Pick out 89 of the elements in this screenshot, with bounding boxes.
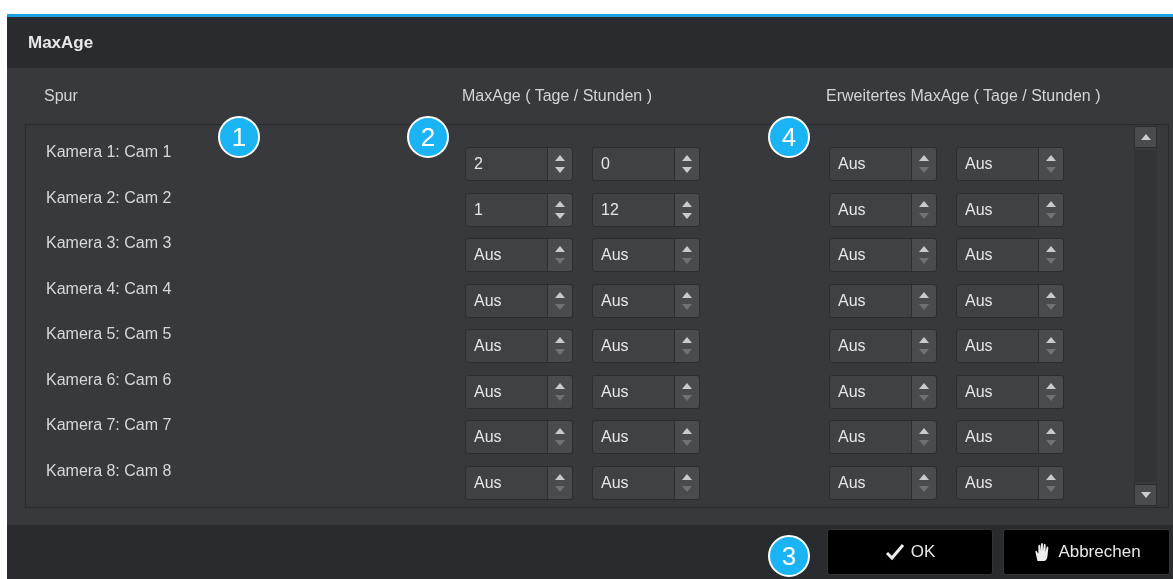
spinner-field[interactable]: Aus xyxy=(592,238,700,272)
up-arrow-icon[interactable] xyxy=(1045,472,1057,481)
spinner-field[interactable]: Aus xyxy=(592,374,700,409)
column-header: Spur xyxy=(44,87,79,105)
up-arrow-icon[interactable] xyxy=(681,245,693,253)
up-arrow-icon[interactable] xyxy=(554,472,566,481)
camera-label: Kamera 5: Cam 5 xyxy=(45,325,173,343)
spinner-field[interactable]: Aus xyxy=(465,465,573,500)
spinner-field[interactable]: 0 xyxy=(592,147,700,181)
up-arrow-icon[interactable] xyxy=(918,290,930,299)
callout-badge: 1 xyxy=(218,116,260,158)
spinner-field[interactable]: Aus xyxy=(829,283,937,318)
spinner-field[interactable]: Aus xyxy=(465,420,573,454)
window-title: MaxAge xyxy=(28,32,94,53)
up-arrow-icon[interactable] xyxy=(918,427,930,435)
down-arrow-icon[interactable] xyxy=(554,211,566,220)
camera-label: Kamera 4: Cam 4 xyxy=(45,279,173,298)
callout-badge: 2 xyxy=(407,116,449,158)
up-arrow-icon[interactable] xyxy=(918,199,930,208)
cancel-button[interactable]: Abbrechen xyxy=(1003,529,1170,575)
spinner-field[interactable]: Aus xyxy=(592,465,700,500)
up-arrow-icon[interactable] xyxy=(1045,199,1057,208)
up-arrow-icon[interactable] xyxy=(681,472,693,481)
down-arrow-icon[interactable] xyxy=(554,166,566,174)
spinner-field[interactable]: Aus xyxy=(829,238,937,272)
spinner-field[interactable]: Aus xyxy=(956,238,1064,272)
spinner-field[interactable]: Aus xyxy=(956,465,1064,500)
spinner-field[interactable]: 12 xyxy=(592,192,700,227)
up-arrow-icon[interactable] xyxy=(681,290,693,299)
spinner-field[interactable]: Aus xyxy=(829,192,937,227)
up-arrow-icon[interactable] xyxy=(554,427,566,435)
up-arrow-icon[interactable] xyxy=(681,381,693,390)
checkmark-icon xyxy=(884,542,905,562)
up-arrow-icon[interactable] xyxy=(918,154,930,162)
spinner-field[interactable]: Aus xyxy=(592,283,700,318)
up-arrow-icon[interactable] xyxy=(554,336,566,344)
camera-label: Kamera 6: Cam 6 xyxy=(45,370,173,389)
callout-badge: 4 xyxy=(768,116,810,158)
up-arrow-icon[interactable] xyxy=(1045,336,1057,344)
up-arrow-icon[interactable] xyxy=(554,290,566,299)
spinner-field[interactable]: Aus xyxy=(829,465,937,500)
up-arrow-icon[interactable] xyxy=(1045,427,1057,435)
up-arrow-icon[interactable] xyxy=(681,154,693,162)
spinner-field[interactable]: Aus xyxy=(956,283,1064,318)
spinner-field[interactable]: 1 xyxy=(465,192,573,227)
spinner-field[interactable]: Aus xyxy=(465,283,573,318)
up-arrow-icon[interactable] xyxy=(681,336,693,344)
spinner-field[interactable]: Aus xyxy=(829,147,937,181)
up-arrow-icon[interactable] xyxy=(1045,290,1057,299)
scroll-down-icon[interactable] xyxy=(1140,492,1151,498)
up-arrow-icon[interactable] xyxy=(918,472,930,481)
camera-label: Kamera 1: Cam 1 xyxy=(45,143,173,161)
down-arrow-icon[interactable] xyxy=(681,166,693,174)
scrollbar[interactable] xyxy=(1134,126,1157,506)
scroll-up-icon[interactable] xyxy=(1140,134,1151,140)
up-arrow-icon[interactable] xyxy=(918,381,930,390)
up-arrow-icon[interactable] xyxy=(554,199,566,208)
spinner-field[interactable]: Aus xyxy=(592,329,700,363)
column-header: Erweitertes MaxAge ( Tage / Stunden ) xyxy=(826,87,1101,105)
up-arrow-icon[interactable] xyxy=(554,154,566,162)
spinner-field[interactable]: Aus xyxy=(956,374,1064,409)
spinner-field[interactable]: Aus xyxy=(829,329,937,363)
spinner-field[interactable]: Aus xyxy=(829,420,937,454)
ok-button[interactable]: OK xyxy=(827,529,993,575)
up-arrow-icon[interactable] xyxy=(1045,381,1057,390)
down-arrow-icon[interactable] xyxy=(681,211,693,220)
spinner-field[interactable]: Aus xyxy=(465,238,573,272)
spinner-field[interactable]: Aus xyxy=(956,147,1064,181)
spinner-field[interactable]: 2 xyxy=(465,147,573,181)
column-header: MaxAge ( Tage / Stunden ) xyxy=(462,87,654,105)
up-arrow-icon[interactable] xyxy=(1045,245,1057,253)
up-arrow-icon[interactable] xyxy=(1045,154,1057,162)
spinner-field[interactable]: Aus xyxy=(465,329,573,363)
up-arrow-icon[interactable] xyxy=(918,245,930,253)
camera-label: Kamera 7: Cam 7 xyxy=(45,416,173,434)
spinner-field[interactable]: Aus xyxy=(956,329,1064,363)
spinner-field[interactable]: Aus xyxy=(956,192,1064,227)
spinner-field[interactable]: Aus xyxy=(465,374,573,409)
up-arrow-icon[interactable] xyxy=(918,336,930,344)
up-arrow-icon[interactable] xyxy=(681,199,693,208)
camera-label: Kamera 3: Cam 3 xyxy=(45,234,173,252)
spinner-field[interactable]: Aus xyxy=(592,420,700,454)
up-arrow-icon[interactable] xyxy=(554,381,566,390)
up-arrow-icon[interactable] xyxy=(681,427,693,435)
camera-label: Kamera 2: Cam 2 xyxy=(45,188,173,207)
spinner-field[interactable]: Aus xyxy=(829,374,937,409)
camera-label: Kamera 8: Cam 8 xyxy=(45,461,173,480)
spinner-field[interactable]: Aus xyxy=(956,420,1064,454)
up-arrow-icon[interactable] xyxy=(554,245,566,253)
